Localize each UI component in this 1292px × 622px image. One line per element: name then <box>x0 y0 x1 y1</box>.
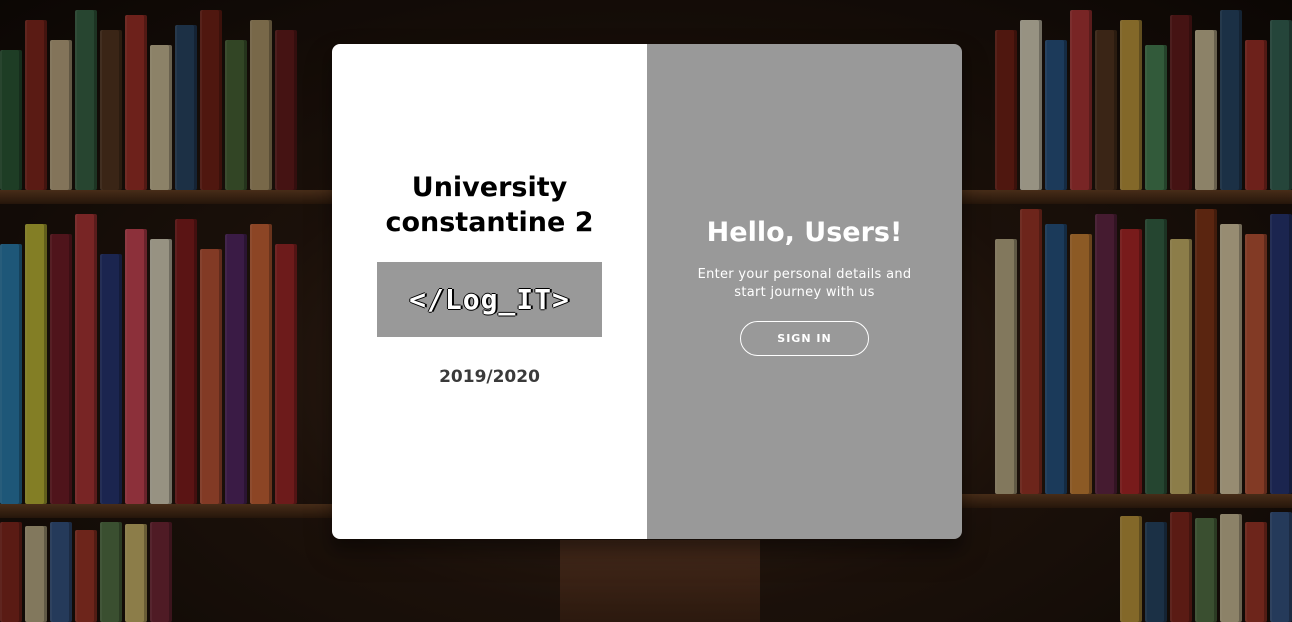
logo-text: </Log_IT> <box>409 283 570 316</box>
welcome-subtext: Enter your personal details and start jo… <box>697 267 912 300</box>
left-panel: University constantine 2 </Log_IT> 2019/… <box>332 44 647 539</box>
university-title: University constantine 2 <box>385 172 594 238</box>
sign-in-button[interactable]: SIGN IN <box>740 321 869 356</box>
login-card: University constantine 2 </Log_IT> 2019/… <box>332 44 962 539</box>
right-panel: Hello, Users! Enter your personal detail… <box>647 44 962 539</box>
log-it-logo: </Log_IT> <box>377 262 602 337</box>
welcome-heading: Hello, Users! <box>706 217 903 248</box>
academic-year: 2019/2020 <box>439 367 540 387</box>
